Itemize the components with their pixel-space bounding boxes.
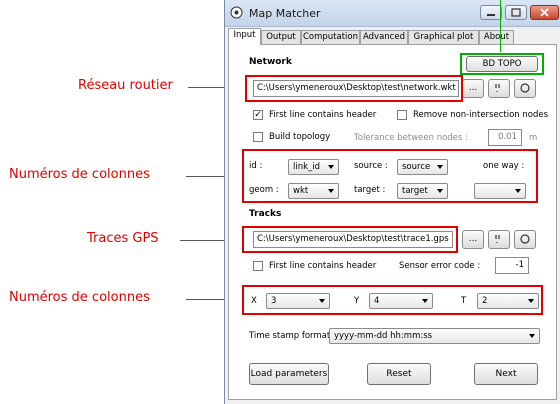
circle-icon (520, 83, 530, 93)
annotation-gps-traces: Traces GPS (87, 231, 159, 246)
network-header: Network (249, 57, 292, 67)
tab-computation[interactable]: Computation (301, 30, 360, 44)
remove-nodes-label: Remove non-intersection nodes (413, 110, 548, 120)
tolerance-label: Tolerance between nodes : (354, 133, 468, 143)
tab-input[interactable]: Input (228, 28, 261, 45)
quote-separator-icon (495, 235, 500, 243)
timestamp-label: Time stamp format : (249, 331, 336, 341)
build-topology-label: Build topology (269, 132, 331, 142)
tracks-header-label: First line contains header (269, 261, 377, 271)
sensor-error-label: Sensor error code : (399, 261, 481, 271)
maximize-button[interactable] (505, 5, 527, 20)
reset-button[interactable]: Reset (367, 363, 431, 385)
tab-about[interactable]: About (479, 30, 514, 44)
annotation-road-network: Réseau routier (78, 78, 173, 93)
circle-icon (520, 234, 530, 244)
network-header-label: First line contains header (269, 110, 377, 120)
tolerance-unit: m (529, 133, 538, 143)
annotation-columns-tracks: Numéros de colonnes (9, 290, 150, 305)
tolerance-input[interactable]: 0.01 (488, 129, 522, 146)
chevron-down-icon (529, 334, 535, 338)
sensor-error-input[interactable]: -1 (495, 257, 529, 274)
tab-advanced[interactable]: Advanced (360, 30, 408, 44)
annotation-highlight (242, 149, 538, 203)
quote-separator-icon (495, 84, 500, 92)
tracks-clear-button[interactable] (514, 230, 536, 249)
window-title: Map Matcher (249, 7, 321, 20)
remove-nodes-checkbox[interactable] (397, 110, 407, 120)
input-panel: Network BD TOPO C:\Users\ymeneroux\Deskt… (228, 44, 557, 400)
tracks-browse-button[interactable]: ... (462, 230, 484, 249)
tab-output[interactable]: Output (261, 30, 301, 44)
minimize-icon (487, 14, 495, 16)
network-separator-button[interactable] (488, 79, 510, 98)
app-icon (230, 6, 243, 19)
close-button[interactable] (530, 5, 559, 20)
timestamp-value: yyyy-mm-dd hh:mm:ss (334, 331, 433, 341)
minimize-button[interactable] (480, 5, 502, 20)
annotation-highlight (242, 285, 543, 315)
annotation-highlight (245, 75, 463, 102)
annotation-columns-network: Numéros de colonnes (9, 167, 150, 182)
load-parameters-button[interactable]: Load parameters (249, 363, 329, 385)
map-matcher-window: Map Matcher Input Output Computation Adv… (224, 0, 560, 404)
annotation-highlight (460, 53, 544, 75)
tab-bar: Input Output Computation Advanced Graphi… (225, 28, 560, 45)
tracks-header: Tracks (249, 209, 282, 219)
close-icon (540, 8, 549, 17)
build-topology-checkbox[interactable] (253, 132, 263, 142)
next-button[interactable]: Next (474, 363, 538, 385)
tracks-separator-button[interactable] (488, 230, 510, 249)
tracks-header-checkbox[interactable] (253, 261, 263, 271)
annotation-leader (500, 0, 501, 52)
network-clear-button[interactable] (514, 79, 536, 98)
title-bar: Map Matcher (225, 0, 560, 27)
timestamp-select[interactable]: yyyy-mm-dd hh:mm:ss (329, 328, 540, 344)
maximize-icon (511, 8, 521, 17)
network-header-checkbox[interactable]: ✓ (253, 110, 263, 120)
annotation-highlight (242, 226, 458, 253)
network-browse-button[interactable]: ... (462, 79, 484, 98)
tab-graphical-plot[interactable]: Graphical plot (408, 30, 479, 44)
